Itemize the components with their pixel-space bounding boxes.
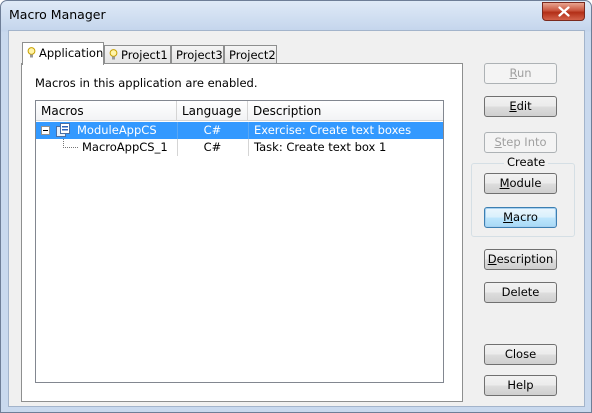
lightbulb-icon (109, 49, 118, 64)
title-bar[interactable]: Macro Manager (1, 1, 591, 29)
column-header-language[interactable]: Language (177, 101, 248, 121)
delete-button[interactable]: Delete (484, 282, 557, 303)
tab-label: Project3 (176, 48, 223, 62)
create-group-label: Create (504, 155, 549, 169)
macro-name-cell: ModuleAppCS (77, 123, 157, 137)
tree-row-module[interactable]: ModuleAppCS C# Exercise: Create text box… (36, 122, 443, 139)
language-cell: C# (203, 140, 222, 154)
collapse-expander-icon[interactable] (41, 126, 50, 135)
dialog-client-area: Application Project1 Project3 Project2 M… (8, 30, 585, 407)
tab-label: Application (39, 46, 104, 60)
step-into-button[interactable]: Step Into (484, 132, 557, 153)
tab-project2[interactable]: Project2 (224, 45, 277, 64)
tab-label: Project1 (121, 48, 168, 62)
macro-status-text: Macros in this application are enabled. (35, 76, 258, 90)
window-title: Macro Manager (9, 7, 106, 22)
macro-name-cell: MacroAppCS_1 (82, 140, 168, 154)
close-button[interactable]: Close (484, 344, 557, 365)
create-macro-button[interactable]: Macro (484, 207, 557, 228)
help-button[interactable]: Help (484, 375, 557, 396)
close-window-button[interactable] (542, 2, 585, 21)
description-cell: Exercise: Create text boxes (254, 123, 412, 137)
description-cell: Task: Create text box 1 (254, 140, 387, 154)
tab-project3[interactable]: Project3 (171, 45, 224, 64)
tab-application[interactable]: Application (22, 42, 104, 65)
application-tab-panel: Macros in this application are enabled. … (21, 63, 463, 402)
close-icon (557, 6, 570, 17)
macros-tree-list[interactable]: Macros Language Description ModuleAppCS … (35, 100, 444, 383)
column-header-macros[interactable]: Macros (36, 101, 177, 121)
lightbulb-icon (27, 47, 36, 62)
run-button[interactable]: Run (484, 63, 557, 84)
edit-button[interactable]: Edit (484, 96, 557, 117)
tab-label: Project2 (229, 48, 276, 62)
tree-row-macro[interactable]: MacroAppCS_1 C# Task: Create text box 1 (36, 139, 443, 156)
description-button[interactable]: Description (484, 249, 557, 270)
macro-manager-window: Macro Manager Application Project1 Proje… (0, 0, 592, 413)
language-cell: C# (203, 123, 222, 137)
create-module-button[interactable]: Module (484, 173, 557, 194)
column-header-description[interactable]: Description (248, 101, 445, 121)
tab-project1[interactable]: Project1 (104, 45, 171, 64)
column-header-row: Macros Language Description (36, 101, 443, 121)
module-icon (56, 123, 70, 140)
